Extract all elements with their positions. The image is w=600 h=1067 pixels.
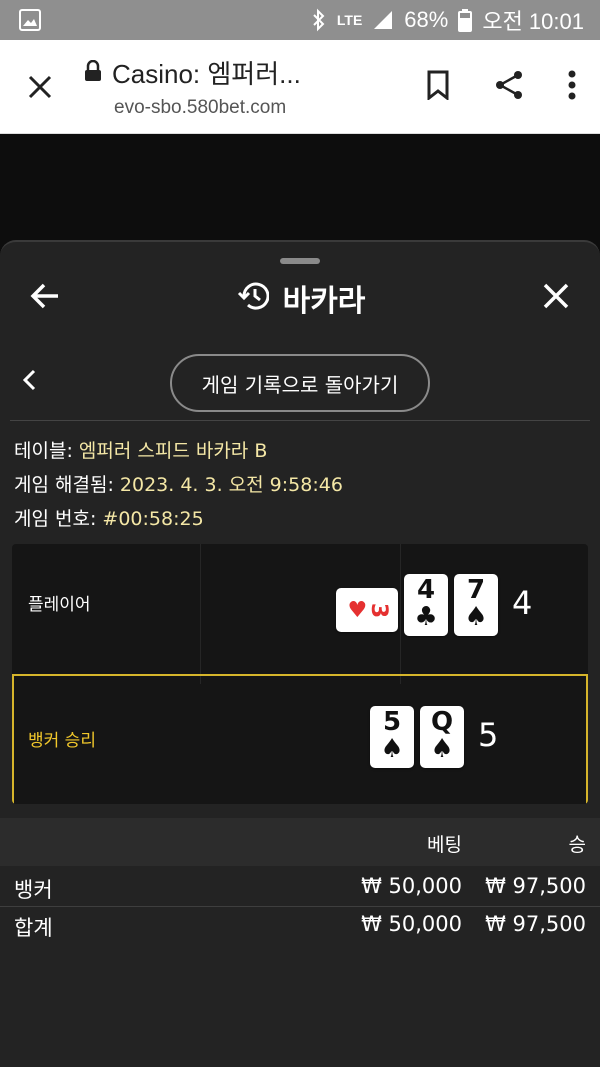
arrow-left-icon: [30, 283, 58, 309]
history-icon: [237, 281, 270, 315]
game-number-row: 게임 번호: #00:58:25: [14, 502, 343, 536]
game-number-value: #00:58:25: [102, 508, 204, 530]
banker-result-row: 뱅커 승리 5 ♠ Q ♠ 5: [12, 674, 588, 804]
more-options-button[interactable]: [568, 70, 576, 104]
result-box: 플레이어 ♥ 3 4 ♣ 7 ♠ 4 뱅커 승리 5 ♠ Q ♠ 5: [12, 544, 588, 804]
bluetooth-icon: [311, 8, 327, 32]
panel-header: 바카라: [0, 270, 600, 326]
player-score: 4: [512, 584, 533, 622]
win-amount: ₩ 97,500: [485, 874, 586, 898]
share-icon: [496, 70, 522, 99]
banker-score: 5: [478, 716, 499, 754]
win-column-header: 승: [568, 834, 586, 856]
more-vert-icon: [568, 70, 576, 99]
card-rank: 7: [466, 575, 486, 605]
table-label: 테이블:: [14, 440, 73, 462]
drag-handle[interactable]: [280, 258, 320, 264]
player-card-2: 4 ♣: [404, 574, 448, 636]
bookmark-icon: [427, 70, 449, 101]
bet-amount: ₩ 50,000: [361, 874, 462, 898]
close-icon: [28, 75, 52, 98]
banker-card-1: 5 ♠: [370, 706, 414, 768]
card-suit: ♠: [380, 734, 404, 764]
bet-name: 뱅커: [14, 878, 53, 902]
close-panel-button[interactable]: [542, 282, 570, 314]
network-type: LTE: [336, 12, 363, 28]
player-label: 플레이어: [28, 595, 91, 615]
card-rank: 3: [366, 602, 392, 618]
back-row: 게임 기록으로 돌아가기: [0, 350, 600, 414]
card-suit: ♠: [430, 734, 454, 764]
resolved-label: 게임 해결됨:: [14, 474, 114, 496]
bet-column-header: 베팅: [427, 834, 462, 856]
table-value: 엠퍼러 스피드 바카라 B: [78, 440, 268, 462]
page-info[interactable]: Casino: 엠퍼러... evo-sbo.580bet.com: [80, 54, 426, 119]
card-rank: 4: [416, 575, 436, 605]
bet-table-header: 베팅 승: [0, 818, 600, 866]
chevron-left-button[interactable]: [22, 368, 36, 396]
signal-icon: [372, 9, 394, 31]
total-win-amount: ₩ 97,500: [485, 912, 586, 936]
player-card-1: ♥ 3: [336, 588, 398, 632]
lock-icon: [84, 59, 102, 86]
player-card-3: 7 ♠: [454, 574, 498, 636]
close-tab-button[interactable]: [0, 74, 80, 100]
player-result-row: 플레이어 ♥ 3 4 ♣ 7 ♠ 4: [12, 544, 588, 674]
back-to-history-button[interactable]: 게임 기록으로 돌아가기: [170, 354, 430, 412]
history-panel: 바카라 게임 기록으로 돌아가기 테이블: 엠퍼러 스피드 바카라 B 게임 해…: [0, 240, 600, 1067]
share-button[interactable]: [494, 70, 524, 104]
page-url: evo-sbo.580bet.com: [114, 97, 287, 118]
gallery-icon: [18, 8, 42, 32]
bet-total-row: 합계 ₩ 50,000 ₩ 97,500: [0, 906, 600, 946]
clock: 오전 10:01: [482, 9, 584, 34]
total-bet-amount: ₩ 50,000: [361, 912, 462, 936]
banker-win-label: 뱅커 승리: [28, 731, 96, 751]
status-bar: LTE 68% 오전 10:01: [0, 0, 600, 40]
game-number-label: 게임 번호:: [14, 508, 97, 530]
game-info: 테이블: 엠퍼러 스피드 바카라 B 게임 해결됨: 2023. 4. 3. 오…: [14, 434, 343, 536]
card-rank: 5: [382, 707, 402, 737]
resolved-info-row: 게임 해결됨: 2023. 4. 3. 오전 9:58:46: [14, 468, 343, 502]
total-label: 합계: [14, 916, 53, 940]
browser-toolbar: Casino: 엠퍼러... evo-sbo.580bet.com: [0, 40, 600, 134]
resolved-value: 2023. 4. 3. 오전 9:58:46: [119, 474, 343, 496]
bookmark-button[interactable]: [426, 70, 450, 104]
card-suit: ♥: [347, 597, 368, 623]
card-suit: ♠: [464, 602, 488, 632]
table-info-row: 테이블: 엠퍼러 스피드 바카라 B: [14, 434, 343, 468]
battery-percent: 68%: [404, 7, 449, 32]
bet-row: 뱅커 ₩ 50,000 ₩ 97,500: [0, 868, 600, 908]
banker-card-2: Q ♠: [420, 706, 464, 768]
back-button[interactable]: [30, 282, 60, 314]
card-suit: ♣: [414, 602, 438, 632]
close-icon: [543, 283, 569, 309]
card-rank: Q: [430, 707, 454, 737]
page-title: Casino: 엠퍼러...: [112, 59, 301, 89]
divider: [10, 420, 590, 421]
panel-title: 바카라: [282, 284, 366, 319]
battery-icon: [458, 8, 473, 32]
chevron-left-icon: [22, 369, 36, 391]
